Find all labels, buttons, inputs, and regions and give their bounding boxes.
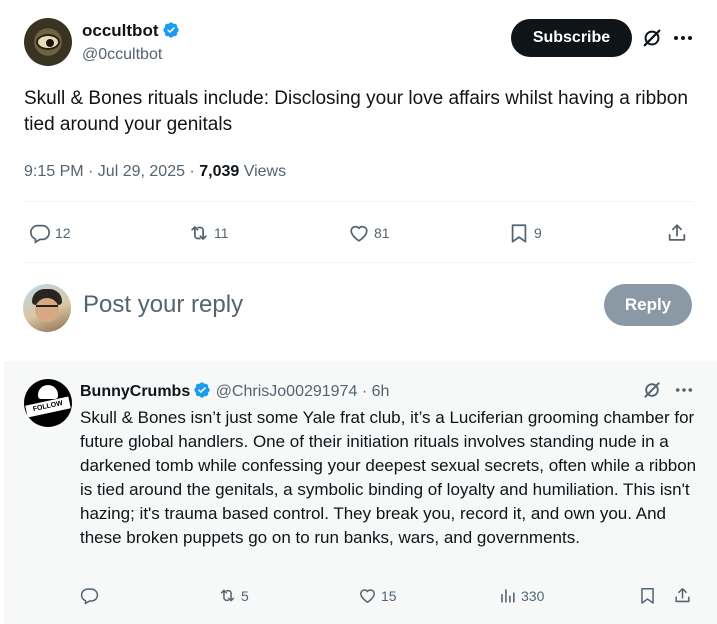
reply-author-name[interactable]: BunnyCrumbs (80, 383, 190, 400)
bookmark-count: 9 (534, 225, 542, 241)
reply-like-action[interactable]: 15 (358, 586, 397, 605)
bookmark-icon (511, 224, 527, 243)
post-timestamp[interactable]: 9:15 PM · Jul 29, 2025 · (24, 163, 195, 180)
reply-header: BunnyCrumbs @ChrisJo00291974 · 6h (80, 381, 389, 401)
like-action[interactable]: 81 (348, 222, 390, 244)
like-count: 81 (374, 225, 390, 241)
reply-views-action[interactable]: 330 (498, 586, 544, 605)
verified-icon (194, 382, 210, 398)
author-avatar[interactable] (24, 18, 72, 66)
reply-text: Skull & Bones isn’t just some Yale frat … (80, 408, 697, 547)
eye-emblem-icon (36, 34, 60, 50)
grok-icon[interactable] (642, 380, 662, 400)
reply-post[interactable]: FOLLOW BunnyCrumbs @ChrisJo00291974 · 6h… (4, 362, 717, 624)
like-icon (360, 589, 375, 604)
more-icon[interactable] (673, 35, 693, 41)
bookmark-action[interactable]: 9 (508, 222, 542, 244)
current-user-avatar[interactable] (23, 284, 71, 332)
author-name-text[interactable]: occultbot (82, 21, 159, 40)
main-post: occultbot @0ccultbot Subscribe Skull & B… (0, 0, 717, 362)
reply-input[interactable]: Post your reply (83, 291, 243, 319)
more-icon[interactable] (675, 387, 693, 393)
reply-share-action[interactable] (673, 586, 692, 605)
grok-icon[interactable] (641, 27, 663, 49)
repost-icon (220, 589, 235, 602)
like-icon (350, 225, 368, 242)
post-meta: 9:15 PM · Jul 29, 2025 · 7,039 Views (24, 163, 286, 181)
views-label: Views (243, 163, 287, 180)
divider (24, 262, 694, 263)
reply-bookmark-action[interactable] (638, 586, 657, 605)
reply-icon (80, 588, 99, 605)
reply-action[interactable]: 12 (29, 222, 71, 244)
reply-repost-count: 5 (241, 587, 249, 604)
reply-reply-action[interactable] (80, 586, 99, 605)
author-name[interactable]: occultbot (82, 21, 180, 41)
avatar-follow-text: FOLLOW (25, 396, 71, 418)
share-icon (675, 588, 690, 603)
reply-timestamp[interactable]: · 6h (362, 383, 390, 400)
views-icon (501, 589, 515, 603)
views-count: 7,039 (199, 163, 240, 180)
divider (24, 201, 694, 202)
author-handle[interactable]: @0ccultbot (82, 46, 162, 64)
share-action[interactable] (666, 222, 688, 244)
repost-action[interactable]: 11 (188, 222, 229, 244)
post-text: Skull & Bones rituals include: Disclosin… (24, 88, 688, 135)
repost-count: 11 (214, 225, 229, 241)
reply-icon (29, 224, 51, 244)
reply-button[interactable]: Reply (604, 284, 692, 326)
reply-author-handle[interactable]: @ChrisJo00291974 (216, 383, 358, 400)
bookmark-icon (641, 588, 654, 604)
reply-views-count: 330 (521, 587, 545, 604)
subscribe-button[interactable]: Subscribe (511, 19, 632, 57)
reply-count: 12 (55, 225, 71, 241)
reply-like-count: 15 (381, 587, 397, 604)
verified-icon (162, 22, 179, 38)
reply-repost-action[interactable]: 5 (218, 586, 249, 605)
repost-icon (191, 226, 207, 240)
reply-author-avatar[interactable]: FOLLOW (24, 379, 72, 427)
share-icon (668, 224, 686, 241)
